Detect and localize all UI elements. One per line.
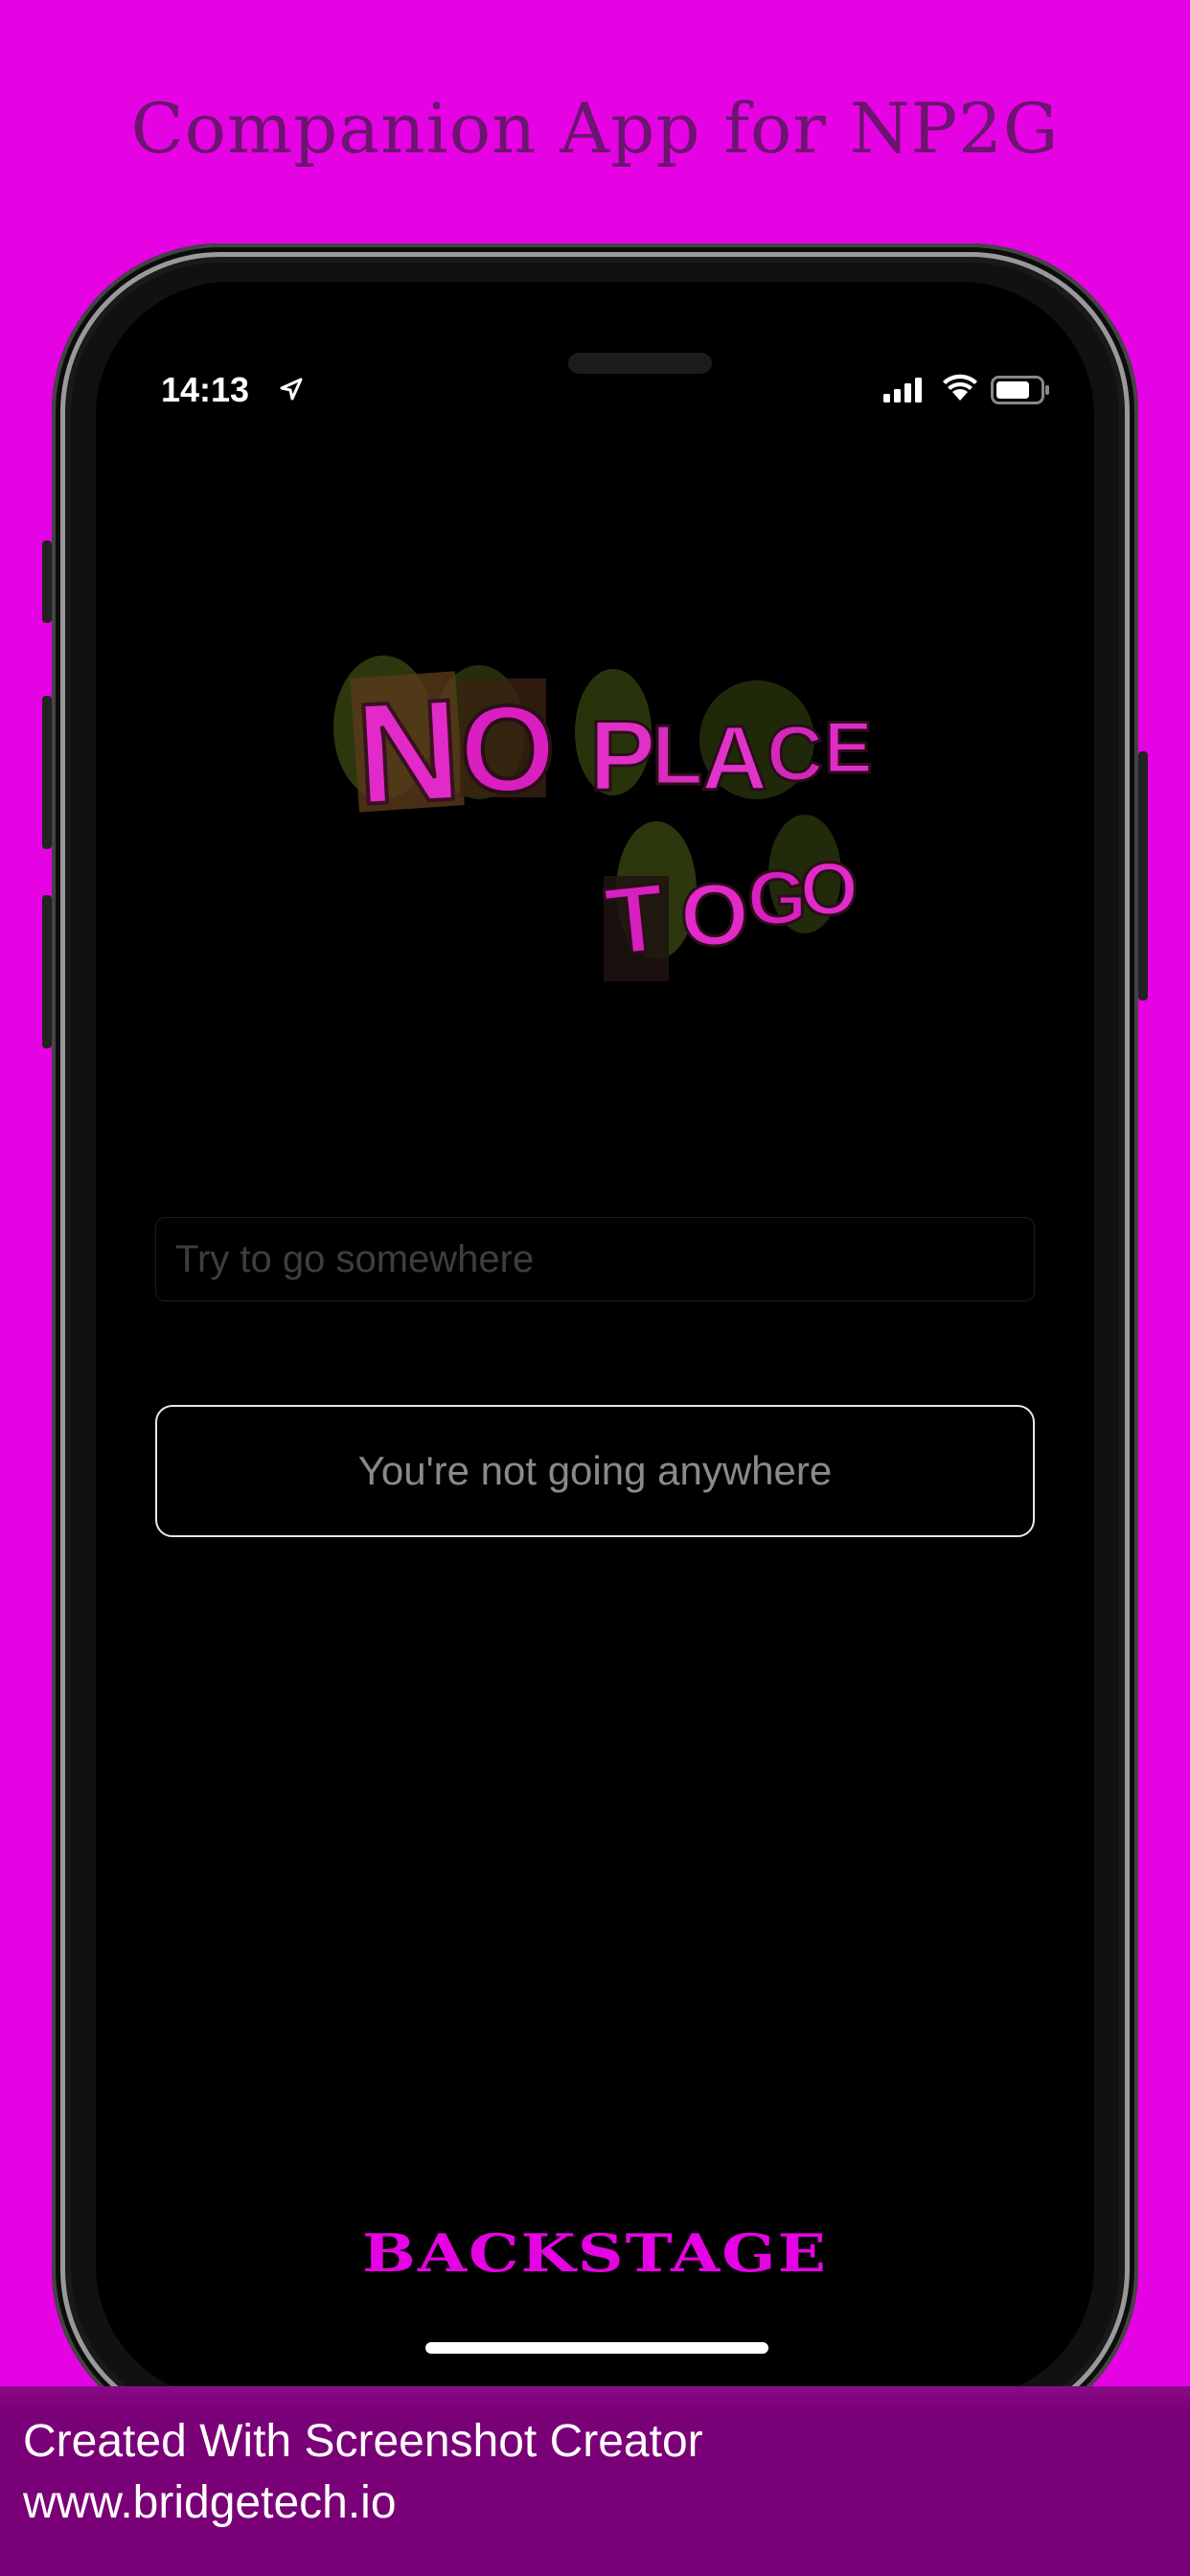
svg-text:G: G [747, 855, 807, 940]
svg-text:T: T [601, 863, 670, 977]
battery-icon [991, 376, 1049, 404]
wifi-icon [943, 374, 977, 401]
svg-text:O: O [460, 681, 556, 818]
svg-text:L: L [652, 707, 703, 802]
status-time: 14:13 [161, 370, 250, 409]
svg-text:N: N [353, 668, 465, 834]
svg-text:O: O [680, 866, 749, 964]
svg-text:C: C [767, 710, 823, 797]
svg-text:O: O [800, 846, 858, 931]
banner-url-text: www.bridgetech.io [23, 2477, 397, 2528]
phone-silent-switch [42, 540, 52, 623]
home-indicator[interactable] [425, 2342, 768, 2354]
phone-volume-down-button [42, 895, 52, 1048]
svg-text:A: A [701, 707, 767, 810]
backstage-brand[interactable]: BACKSTAGE [96, 2222, 1094, 2284]
search-input[interactable] [155, 1217, 1035, 1301]
not-going-anywhere-button[interactable]: You're not going anywhere [155, 1405, 1035, 1537]
svg-text:E: E [824, 707, 873, 789]
app-screen: 14:13 N O P L A C E T O G O Try to go so… [96, 282, 1094, 2400]
phone-power-button [1138, 751, 1148, 1000]
phone-frame: 14:13 N O P L A C E T O G O Try to go so… [42, 243, 1148, 2438]
banner-credit-text: Created With Screenshot Creator [23, 2416, 703, 2467]
cellular-signal-icon [883, 378, 922, 402]
promo-banner: Created With Screenshot Creator www.brid… [0, 2386, 1190, 2576]
location-arrow-icon [280, 378, 303, 401]
promo-headline: Companion App for NP2G [130, 88, 1060, 169]
no-place-to-go-logo: N O P L A C E T O G O [333, 656, 874, 981]
phone-volume-up-button [42, 696, 52, 849]
earpiece-speaker [568, 353, 712, 374]
svg-text:P: P [589, 701, 655, 812]
